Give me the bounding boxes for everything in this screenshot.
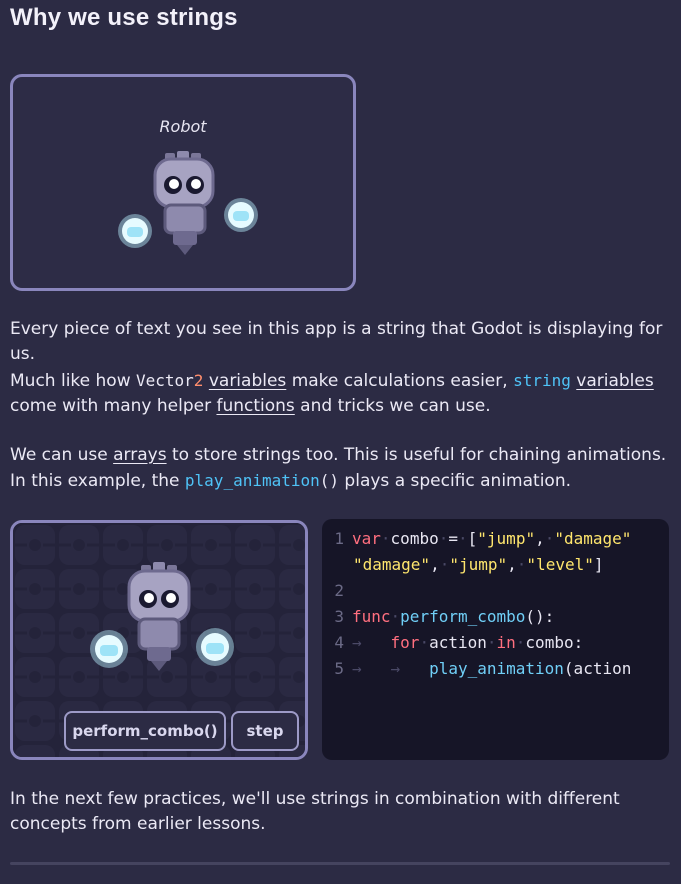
text-span: play_animation: [184, 471, 320, 490]
line-number: 4: [334, 633, 344, 652]
code-line-1: 1 var·combo·=·["jump",·"damage": [322, 529, 631, 555]
code-line-3: 3 func·perform_combo():: [322, 607, 554, 633]
code-token: combo: [390, 529, 439, 548]
paragraph-intro: Every piece of text you see in this app …: [10, 319, 663, 364]
code-token: action: [429, 633, 487, 652]
left-fist-icon: [118, 214, 152, 248]
variables-link-2[interactable]: variables: [576, 371, 653, 391]
line-number: 5: [334, 659, 344, 678]
text-span: come with many helper: [10, 396, 217, 416]
code-token: var: [352, 529, 381, 548]
step-button[interactable]: step: [231, 711, 299, 751]
code-line-5: 5 → → play_animation(action: [322, 659, 631, 685]
functions-link[interactable]: functions: [216, 396, 294, 416]
code-token: "damage": [554, 529, 632, 548]
line-number: 3: [334, 607, 344, 626]
code-token: ,: [535, 529, 545, 548]
code-token: ,: [507, 555, 517, 574]
robot-preview-card: Robot: [10, 74, 356, 291]
code-token: perform_combo: [400, 607, 526, 626]
text-span: (): [319, 471, 340, 490]
text-span: plays a specific animation.: [339, 471, 572, 491]
code-token: =: [448, 529, 458, 548]
page-title: Why we use strings: [10, 4, 238, 31]
arrays-link[interactable]: arrays: [113, 445, 166, 465]
code-token: "level": [526, 555, 594, 574]
section-divider: [10, 862, 670, 865]
text-span: We can use: [10, 445, 114, 465]
right-fist-icon: [224, 198, 258, 232]
right-fist-icon: [196, 628, 234, 666]
code-token: [: [467, 529, 478, 548]
code-token: ]: [593, 555, 604, 574]
code-token: "jump": [477, 529, 536, 548]
text-span: make calculations easier,: [286, 371, 514, 391]
text-span: and tricks we can use.: [294, 396, 491, 416]
text-span: 2: [193, 371, 204, 390]
code-line-1-wrap: "damage",·"jump",·"level"]: [353, 555, 604, 574]
code-token: ():: [525, 607, 555, 626]
paragraph-next-practices: In the next few practices, we'll use str…: [10, 789, 620, 834]
code-editor: 1 var·combo·=·["jump",·"damage" "damage",…: [322, 519, 669, 760]
code-token: (action: [563, 659, 632, 678]
line-number: 1: [334, 529, 344, 548]
code-token: play_animation: [429, 659, 564, 678]
code-token: "jump": [449, 555, 508, 574]
variables-link[interactable]: variables: [209, 371, 286, 391]
robot-sprite: [90, 562, 234, 671]
left-fist-icon: [90, 630, 128, 668]
code-token: ,: [430, 555, 440, 574]
text-span: Vector: [136, 371, 194, 390]
robot-label: Robot: [159, 117, 207, 136]
code-token: for: [390, 633, 420, 652]
string-type-code: string: [513, 371, 571, 390]
code-token: in: [496, 633, 516, 652]
perform-combo-button[interactable]: perform_combo(): [64, 711, 226, 751]
combo-demo-panel: perform_combo() step: [10, 520, 308, 760]
paragraph-helpers: Much like how Vector2 variables make cal…: [10, 368, 670, 419]
code-token: "damage": [353, 555, 431, 574]
robot-sprite: [118, 151, 258, 255]
code-line-2: 2: [322, 581, 352, 607]
code-line-4: 4 → for·action·in·combo:: [322, 633, 583, 659]
code-token: combo:: [525, 633, 584, 652]
paragraph-arrays: We can use arrays to store strings too. …: [10, 443, 670, 494]
line-number: 2: [334, 581, 344, 600]
text-span: Much like how: [10, 371, 136, 391]
play-animation-code: play_animation(): [185, 471, 339, 490]
vector-type-code: Vector2: [136, 371, 203, 390]
code-token: func: [352, 607, 391, 626]
